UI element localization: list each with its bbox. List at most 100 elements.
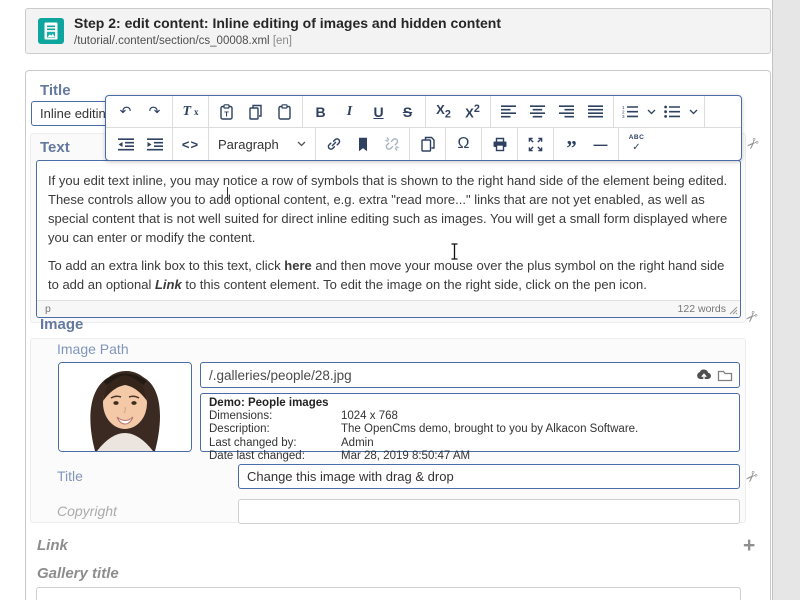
paragraph-2-link-bold-italic: Link xyxy=(155,277,182,292)
resource-path-text: /tutorial/.content/section/cs_00008.xml xyxy=(74,35,270,47)
editor-paragraph-2: To add an extra link box to this text, c… xyxy=(48,256,729,294)
indent-icon xyxy=(147,138,163,151)
bookmark-icon xyxy=(356,137,370,152)
copy-button[interactable] xyxy=(241,99,270,125)
align-left-button[interactable] xyxy=(494,99,523,125)
header-text: Step 2: edit content: Inline editing of … xyxy=(74,15,501,48)
add-link-button[interactable]: + xyxy=(743,538,755,554)
print-button[interactable] xyxy=(485,131,514,157)
info-value: 1024 x 768 xyxy=(341,410,398,423)
bold-button[interactable]: B xyxy=(306,99,335,125)
undo-icon: ↶ xyxy=(120,103,132,120)
strikethrough-button[interactable]: S xyxy=(393,99,422,125)
editor-status-bar: p 122 words xyxy=(37,300,740,317)
upload-icon[interactable] xyxy=(696,368,712,382)
chevron-down-icon xyxy=(297,141,306,147)
image-info-box: Demo: People images Dimensions: 1024 x 7… xyxy=(200,393,740,452)
numbered-list-button[interactable]: 1 2 3 xyxy=(617,99,643,125)
word-count: 122 words xyxy=(678,303,726,315)
underline-button[interactable]: U xyxy=(364,99,393,125)
superscript-icon: X2 xyxy=(465,103,480,120)
copy-icon xyxy=(248,104,263,120)
chevron-down-icon xyxy=(689,109,698,115)
special-char-button[interactable]: Ω xyxy=(449,131,478,157)
paragraph-format-select[interactable]: Paragraph xyxy=(212,131,312,157)
remove-format-x: x xyxy=(194,107,199,117)
blockquote-button[interactable]: ” xyxy=(557,131,586,157)
element-path: p xyxy=(45,303,51,315)
fullscreen-icon xyxy=(528,137,543,152)
image-info-row: Last changed by: Admin xyxy=(209,437,731,450)
outdent-icon xyxy=(118,138,134,151)
numbered-list-icon: 1 2 3 xyxy=(622,105,638,118)
paragraph-2-text-c: to this content element. To edit the ima… xyxy=(182,277,647,292)
justify-icon xyxy=(588,105,603,118)
anchor-button[interactable] xyxy=(348,131,377,157)
copy-page-button[interactable] xyxy=(413,131,442,157)
horizontal-rule-button[interactable]: — xyxy=(586,131,615,157)
image-info-title: Demo: People images xyxy=(209,397,731,410)
spellcheck-button[interactable]: ABC ✓ xyxy=(622,131,651,157)
gallery-title-input[interactable] xyxy=(36,587,741,600)
italic-icon: I xyxy=(347,104,352,120)
toolbar-row-2: <> Paragraph xyxy=(106,128,741,160)
redo-button[interactable]: ↷ xyxy=(140,99,169,125)
info-value: Admin xyxy=(341,437,374,450)
source-code-button[interactable]: <> xyxy=(176,131,205,157)
field-label-image-path: Image Path xyxy=(57,341,129,357)
spellcheck-check-icon: ✓ xyxy=(632,143,640,153)
unlink-button[interactable] xyxy=(377,131,406,157)
omega-icon: Ω xyxy=(458,135,470,153)
svg-text:T: T xyxy=(224,109,229,118)
format-toolbar: ↶ ↷ Tx T xyxy=(105,95,742,161)
remove-format-button[interactable]: Tx xyxy=(176,99,205,125)
info-value: Mar 28, 2019 8:50:47 AM xyxy=(341,450,470,463)
paragraph-2-here-bold: here xyxy=(284,258,311,273)
image-info-row: Dimensions: 1024 x 768 xyxy=(209,410,731,423)
info-key: Last changed by: xyxy=(209,437,341,450)
editor-content[interactable]: If you edit text inline, you may notice … xyxy=(37,161,740,294)
image-title-input[interactable] xyxy=(238,464,740,489)
resize-grip-icon[interactable] xyxy=(729,306,738,315)
paragraph-1-text: If you edit text inline, you may notice … xyxy=(48,173,727,245)
content-type-icon xyxy=(38,18,64,44)
italic-button[interactable]: I xyxy=(335,99,364,125)
field-label-image-title: Title xyxy=(57,468,83,484)
rich-text-editor[interactable]: If you edit text inline, you may notice … xyxy=(36,160,741,318)
align-right-icon xyxy=(559,105,574,118)
horizontal-rule-icon: — xyxy=(594,136,608,152)
field-label-image: Image xyxy=(40,316,83,333)
image-info-row: Description: The OpenCms demo, brought t… xyxy=(209,423,731,436)
numbered-list-menu-button[interactable] xyxy=(643,99,659,125)
printer-icon xyxy=(492,137,508,152)
outdent-button[interactable] xyxy=(111,131,140,157)
subscript-button[interactable]: X2 xyxy=(429,99,458,125)
indent-button[interactable] xyxy=(140,131,169,157)
bullet-list-button[interactable] xyxy=(659,99,685,125)
field-label-text: Text xyxy=(40,139,70,156)
image-info-row: Date last changed: Mar 28, 2019 8:50:47 … xyxy=(209,450,731,463)
paste-icon xyxy=(277,104,292,120)
info-key: Date last changed: xyxy=(209,450,341,463)
link-icon xyxy=(326,136,342,152)
align-center-icon xyxy=(530,105,545,118)
align-center-button[interactable] xyxy=(523,99,552,125)
fullscreen-button[interactable] xyxy=(521,131,550,157)
strikethrough-icon: S xyxy=(403,104,412,120)
superscript-button[interactable]: X2 xyxy=(458,99,487,125)
undo-button[interactable]: ↶ xyxy=(111,99,140,125)
page-title: Step 2: edit content: Inline editing of … xyxy=(74,15,501,33)
image-thumbnail[interactable] xyxy=(58,362,192,452)
paste-text-button[interactable]: T xyxy=(212,99,241,125)
unlink-icon xyxy=(384,136,400,152)
paste-button[interactable] xyxy=(270,99,299,125)
copyright-input[interactable] xyxy=(238,499,740,524)
justify-button[interactable] xyxy=(581,99,610,125)
bullet-list-menu-button[interactable] xyxy=(685,99,701,125)
underline-icon: U xyxy=(373,104,383,120)
info-value: The OpenCms demo, brought to you by Alka… xyxy=(341,423,638,436)
gallery-folder-icon[interactable] xyxy=(717,369,733,382)
link-button[interactable] xyxy=(319,131,348,157)
align-right-button[interactable] xyxy=(552,99,581,125)
image-path-input[interactable]: /.galleries/people/28.jpg xyxy=(200,362,740,388)
